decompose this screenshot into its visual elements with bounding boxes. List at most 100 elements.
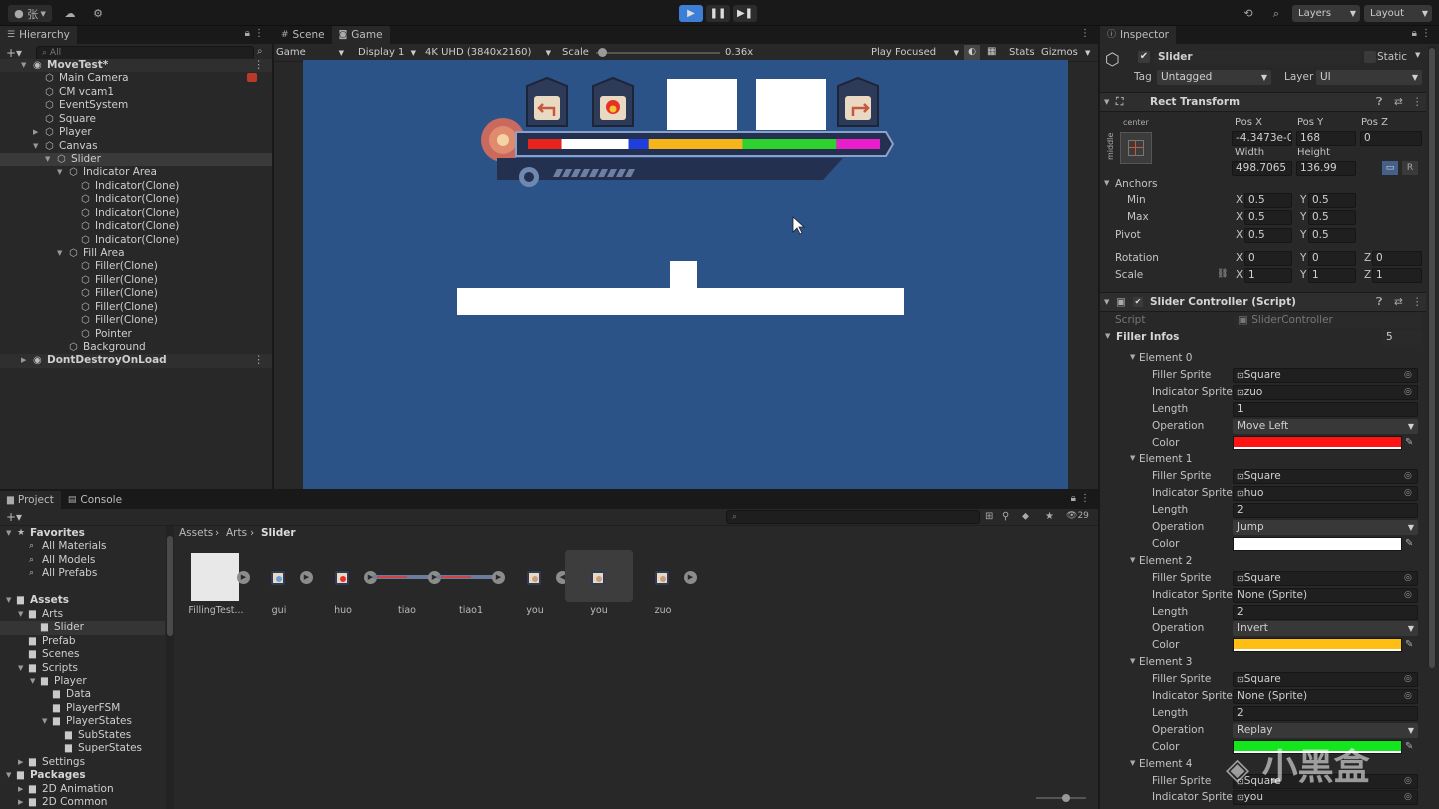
object-picker-icon[interactable]: ◎	[1404, 590, 1412, 600]
lock-icon[interactable]: 🔒︎	[1412, 28, 1417, 39]
search-filter-icon[interactable]: ⌕	[257, 46, 263, 57]
fold-arrow-icon[interactable]: ▶	[18, 783, 23, 797]
fold-arrow-icon[interactable]: ▼	[6, 594, 11, 608]
expand-subassets-icon[interactable]: ▶	[684, 571, 697, 584]
kebab-icon[interactable]: ⋮	[1080, 28, 1090, 39]
expand-subassets-icon[interactable]: ▶	[492, 571, 505, 584]
game-view-dropdown[interactable]: Game ▼	[276, 46, 348, 60]
rot-x-field[interactable]: 0	[1244, 251, 1292, 266]
object-picker-icon[interactable]: ◎	[1404, 776, 1412, 786]
resolution-dropdown[interactable]: 4K UHD (3840x2160) ▼	[425, 46, 553, 60]
width-field[interactable]: 498.7065	[1232, 161, 1292, 176]
thumbnail-size-slider[interactable]	[1036, 794, 1086, 802]
hierarchy-item[interactable]: ⬡ Indicator(Clone)	[0, 180, 272, 193]
filler-sprite-field[interactable]: ⊡Square	[1233, 367, 1418, 383]
kebab-icon[interactable]: ⋮	[1421, 28, 1431, 39]
tab-game[interactable]: ◙ Game	[331, 26, 390, 44]
rot-y-field[interactable]: 0	[1308, 251, 1356, 266]
fold-arrow-icon[interactable]: ▶	[33, 126, 38, 139]
fold-arrow-icon[interactable]: ▼	[1105, 332, 1110, 340]
hierarchy-item[interactable]: ▼ ⬡ Canvas	[0, 140, 272, 153]
scale-x-field[interactable]: 1	[1244, 268, 1292, 283]
layers-dropdown[interactable]: Layers ▼	[1292, 5, 1360, 22]
kebab-icon[interactable]: ⋮	[254, 354, 265, 367]
height-field[interactable]: 136.99	[1296, 161, 1356, 176]
project-tree-item[interactable]: ▶ ▆ 2D Common	[0, 796, 165, 809]
filler-sprite-field[interactable]: ⊡Square	[1233, 672, 1418, 688]
project-tree-item[interactable]: ▆ Prefab	[0, 635, 165, 649]
fold-arrow-icon[interactable]: ▼	[57, 166, 62, 179]
breadcrumb-item-current[interactable]: Slider	[261, 526, 296, 540]
tree-scrollbar[interactable]	[166, 526, 174, 809]
filter-icon[interactable]: ⚲	[1002, 511, 1009, 522]
add-icon[interactable]: +▾	[6, 46, 22, 60]
object-picker-icon[interactable]: ◎	[1404, 674, 1412, 684]
inspector-scrollbar[interactable]	[1428, 46, 1436, 668]
fold-arrow-icon[interactable]: ▶	[18, 796, 23, 809]
expand-subassets-icon[interactable]: ▶	[300, 571, 313, 584]
static-dropdown-arrow[interactable]: ▼	[1415, 51, 1420, 59]
project-tree-item[interactable]: ▆ Data	[0, 688, 165, 702]
max-x-field[interactable]: 0.5	[1244, 210, 1292, 225]
pos-y-field[interactable]: 168	[1296, 131, 1356, 146]
tab-scene[interactable]: # Scene	[274, 26, 332, 44]
mute-audio-icon[interactable]: ◐	[964, 45, 980, 60]
hierarchy-item[interactable]: ⬡ Indicator(Clone)	[0, 234, 272, 247]
pos-z-field[interactable]: 0	[1360, 131, 1422, 146]
rot-z-field[interactable]: 0	[1372, 251, 1422, 266]
operation-dropdown[interactable]: Jump ▼	[1233, 520, 1418, 535]
anchor-preset-button[interactable]	[1120, 132, 1152, 164]
project-search-input[interactable]: ⌕	[726, 510, 980, 524]
help-icon[interactable]: ❓︎	[1376, 293, 1382, 311]
component-enabled-checkbox[interactable]: ✔	[1133, 297, 1143, 307]
fold-arrow-icon[interactable]: ▶	[18, 756, 23, 770]
operation-dropdown[interactable]: Move Left ▼	[1233, 418, 1418, 434]
active-checkbox[interactable]: ✔	[1138, 51, 1150, 63]
fold-arrow-icon[interactable]: ▶	[21, 354, 26, 367]
raw-edit-button[interactable]: R	[1402, 161, 1418, 175]
fold-arrow-icon[interactable]: ▼	[6, 769, 11, 783]
inspector-scrollbar-thumb[interactable]	[1429, 48, 1435, 668]
hierarchy-item[interactable]: ⬡ Indicator(Clone)	[0, 220, 272, 233]
hierarchy-item[interactable]: ▼ ⬡ Indicator Area	[0, 166, 272, 179]
length-field[interactable]: 2	[1233, 604, 1418, 620]
label-icon[interactable]: ⬥	[1022, 511, 1029, 522]
eyedropper-icon[interactable]: ✎	[1405, 538, 1413, 549]
operation-dropdown[interactable]: Invert ▼	[1233, 621, 1418, 637]
fold-arrow-icon[interactable]: ▼	[18, 608, 23, 622]
fold-arrow-icon[interactable]: ▼	[6, 527, 11, 541]
project-tree-item[interactable]: ▼ ▆ Arts	[0, 608, 165, 622]
object-name-field[interactable]: Slider	[1154, 50, 1360, 65]
search-by-type-icon[interactable]: ⊞	[985, 511, 993, 522]
project-tree-item[interactable]: ▆ Slider	[0, 621, 165, 635]
static-checkbox[interactable]	[1364, 51, 1376, 63]
add-asset-icon[interactable]: +▾	[6, 510, 22, 524]
hierarchy-item[interactable]: ▶ ⬡ Player	[0, 126, 272, 139]
object-picker-icon[interactable]: ◎	[1404, 370, 1412, 380]
indicator-sprite-field[interactable]: ⊡huo	[1233, 486, 1418, 502]
project-tree-item[interactable]: ⌕ All Prefabs	[0, 567, 165, 581]
color-field[interactable]	[1233, 536, 1402, 551]
thumbnail-size-handle[interactable]	[1062, 794, 1070, 802]
breadcrumb-item[interactable]: Assets	[179, 526, 213, 540]
project-tree-item[interactable]: ▼ ▆ Player	[0, 675, 165, 689]
eyedropper-icon[interactable]: ✎	[1405, 741, 1413, 752]
preset-icon[interactable]: ⇄	[1394, 93, 1403, 111]
component-menu-icon[interactable]: ⋮	[1412, 293, 1423, 311]
hierarchy-item[interactable]: ⬡ Background	[0, 341, 272, 354]
hierarchy-item[interactable]: ⬡ Indicator(Clone)	[0, 193, 272, 206]
preset-icon[interactable]: ⇄	[1394, 293, 1403, 311]
play-focused-dropdown[interactable]: Play Focused ▼	[871, 46, 959, 60]
grid-icon[interactable]: ▦	[987, 46, 996, 57]
favorite-icon[interactable]: ★	[1045, 511, 1054, 522]
indicator-sprite-field[interactable]: None (Sprite)	[1233, 689, 1418, 704]
blueprint-mode-icon[interactable]: ▭	[1382, 161, 1398, 175]
filler-sprite-field[interactable]: ⊡Square	[1233, 570, 1418, 586]
object-picker-icon[interactable]: ◎	[1404, 691, 1412, 701]
lock-icon[interactable]: 🔒︎	[245, 28, 250, 39]
project-tree-item[interactable]: ▆ Scenes	[0, 648, 165, 662]
indicator-sprite-field[interactable]: ⊡zuo	[1233, 384, 1418, 400]
eyedropper-icon[interactable]: ✎	[1405, 437, 1413, 448]
fold-arrow-icon[interactable]: ▼	[1130, 353, 1135, 361]
constrain-proportions-icon[interactable]: ⛓	[1217, 269, 1228, 279]
